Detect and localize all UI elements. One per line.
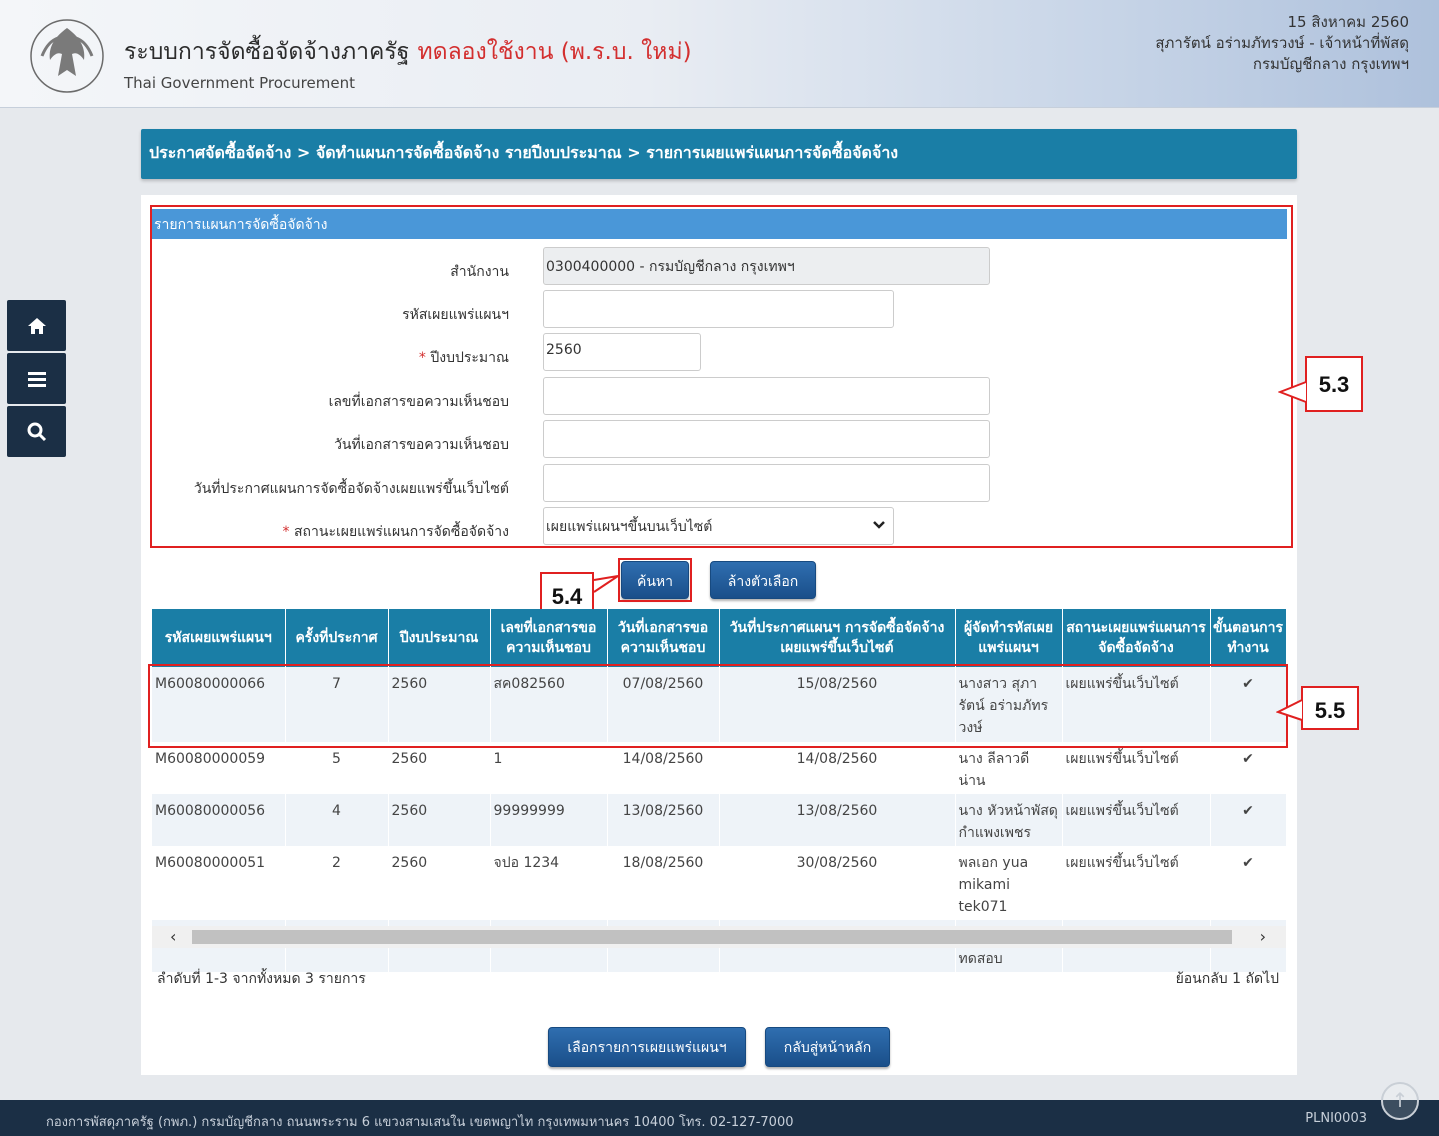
cell-status: เผยแพร่ขึ้นเว็บไซต์	[1062, 742, 1211, 794]
side-nav	[7, 300, 66, 459]
menu-icon	[27, 371, 46, 387]
check-icon[interactable]: ✔	[1210, 846, 1287, 920]
col-header[interactable]: เลขที่เอกสารขอความเห็นชอบ	[490, 609, 608, 667]
current-date: 15 สิงหาคม 2560	[1287, 13, 1409, 31]
result-summary: ลำดับที่ 1-3 จากทั้งหมด 3 รายการ	[157, 971, 366, 987]
col-header[interactable]: สถานะเผยแพร่แผนการจัดซื้อจัดจ้าง	[1062, 609, 1211, 667]
app-title-en: Thai Government Procurement	[124, 74, 355, 92]
cell-year: 2560	[388, 794, 491, 846]
cell-doc-date: 18/08/2560	[607, 846, 720, 920]
cell-code: M60080000059	[152, 742, 286, 794]
callout-5-3: 5.3	[1305, 356, 1363, 412]
col-header[interactable]: ขั้นตอนการทำงาน	[1210, 609, 1287, 667]
user-name[interactable]: สุภารัตน์ อร่ามภัทรวงษ์ - เจ้าหน้าที่พัส…	[1155, 33, 1409, 54]
table-row[interactable]: M60080000051 2 2560 จปอ 1234 18/08/2560 …	[152, 846, 1287, 920]
cell-creator: พลเอก yua mikami tek071	[955, 846, 1063, 920]
col-header[interactable]: วันที่ประกาศแผนฯ การจัดซื้อจัดจ้างเผยแพร…	[719, 609, 956, 667]
cell-year: 2560	[388, 846, 491, 920]
cell-round: 2	[285, 846, 389, 920]
pagination[interactable]: ย้อนกลับ 1 ถัดไป	[1176, 968, 1279, 990]
highlight-search-box	[618, 558, 692, 602]
cell-round: 4	[285, 794, 389, 846]
select-plan-button[interactable]: เลือกรายการเผยแพร่แผนฯ	[548, 1027, 746, 1067]
cell-pub-date: 13/08/2560	[719, 794, 956, 846]
cell-creator: นาง หัวหน้าพัสดุ กำแพงเพชร	[955, 794, 1063, 846]
callout-pointer-icon	[593, 575, 619, 593]
cell-creator: นาง ลีลาวดี น่าน	[955, 742, 1063, 794]
cell-status: เผยแพร่ขึ้นเว็บไซต์	[1062, 846, 1211, 920]
check-icon[interactable]: ✔	[1210, 794, 1287, 846]
col-header[interactable]: ปีงบประมาณ	[388, 609, 491, 667]
user-info: 15 สิงหาคม 2560 สุภารัตน์ อร่ามภัทรวงษ์ …	[1155, 12, 1409, 75]
cell-pub-date: 30/08/2560	[719, 846, 956, 920]
scroll-right-icon[interactable]: ›	[1260, 927, 1266, 946]
header: ระบบการจัดซื้อจัดจ้างภาครัฐ ทดลองใช้งาน (…	[0, 0, 1439, 108]
back-to-top-icon[interactable]: ↑	[1381, 1082, 1419, 1120]
scroll-thumb[interactable]	[192, 930, 1232, 944]
cell-code: M60080000051	[152, 846, 286, 920]
menu-button[interactable]	[7, 353, 66, 404]
scroll-left-icon[interactable]: ‹	[170, 927, 176, 946]
cell-pub-date: 14/08/2560	[719, 742, 956, 794]
cell-doc-no: 1	[490, 742, 608, 794]
col-header[interactable]: ครั้งที่ประกาศ	[285, 609, 389, 667]
cell-doc-no: 99999999	[490, 794, 608, 846]
cell-doc-date: 13/08/2560	[607, 794, 720, 846]
table-header-row: รหัสเผยแพร่แผนฯ ครั้งที่ประกาศ ปีงบประมา…	[152, 609, 1287, 667]
footer: กองการพัสดุภาครัฐ (กพภ.) กรมบัญชีกลาง ถน…	[0, 1100, 1439, 1136]
callout-pointer-icon	[1276, 699, 1303, 721]
cell-code: M60080000056	[152, 794, 286, 846]
search-nav-button[interactable]	[7, 406, 66, 457]
app-title: ระบบการจัดซื้อจัดจ้างภาครัฐ ทดลองใช้งาน (…	[124, 39, 692, 65]
table-row[interactable]: M60080000059 5 2560 1 14/08/2560 14/08/2…	[152, 742, 1287, 794]
callout-5-5: 5.5	[1301, 686, 1359, 730]
highlight-row-box	[148, 664, 1288, 748]
back-home-button[interactable]: กลับสู่หน้าหลัก	[765, 1027, 890, 1067]
cell-round: 5	[285, 742, 389, 794]
check-icon[interactable]: ✔	[1210, 742, 1287, 794]
home-icon	[27, 317, 46, 334]
cell-status: เผยแพร่ขึ้นเว็บไซต์	[1062, 794, 1211, 846]
cell-doc-date: 14/08/2560	[607, 742, 720, 794]
col-header[interactable]: วันที่เอกสารขอความเห็นชอบ	[607, 609, 720, 667]
trial-label: ทดลองใช้งาน (พ.ร.บ. ใหม่)	[417, 39, 692, 65]
cell-doc-no: จปอ 1234	[490, 846, 608, 920]
page-code: PLNI0003	[1305, 1111, 1367, 1126]
table-row[interactable]: M60080000056 4 2560 99999999 13/08/2560 …	[152, 794, 1287, 846]
clear-button[interactable]: ล้างตัวเลือก	[710, 561, 816, 599]
callout-pointer-icon	[1278, 381, 1307, 403]
footer-address: กองการพัสดุภาครัฐ (กพภ.) กรมบัญชีกลาง ถน…	[46, 1115, 794, 1130]
col-header[interactable]: รหัสเผยแพร่แผนฯ	[152, 609, 286, 667]
user-department: กรมบัญชีกลาง กรุงเทพฯ	[1252, 55, 1409, 73]
horizontal-scrollbar[interactable]: ‹ ›	[152, 926, 1286, 948]
breadcrumb[interactable]: ประกาศจัดซื้อจัดจ้าง > จัดทำแผนการจัดซื้…	[141, 129, 1297, 179]
cell-year: 2560	[388, 742, 491, 794]
col-header[interactable]: ผู้จัดทำรหัสเผยแพร่แผนฯ	[955, 609, 1063, 667]
home-button[interactable]	[7, 300, 66, 351]
highlight-form-box	[150, 205, 1293, 548]
garuda-logo-icon	[30, 19, 104, 93]
search-icon	[27, 422, 46, 441]
